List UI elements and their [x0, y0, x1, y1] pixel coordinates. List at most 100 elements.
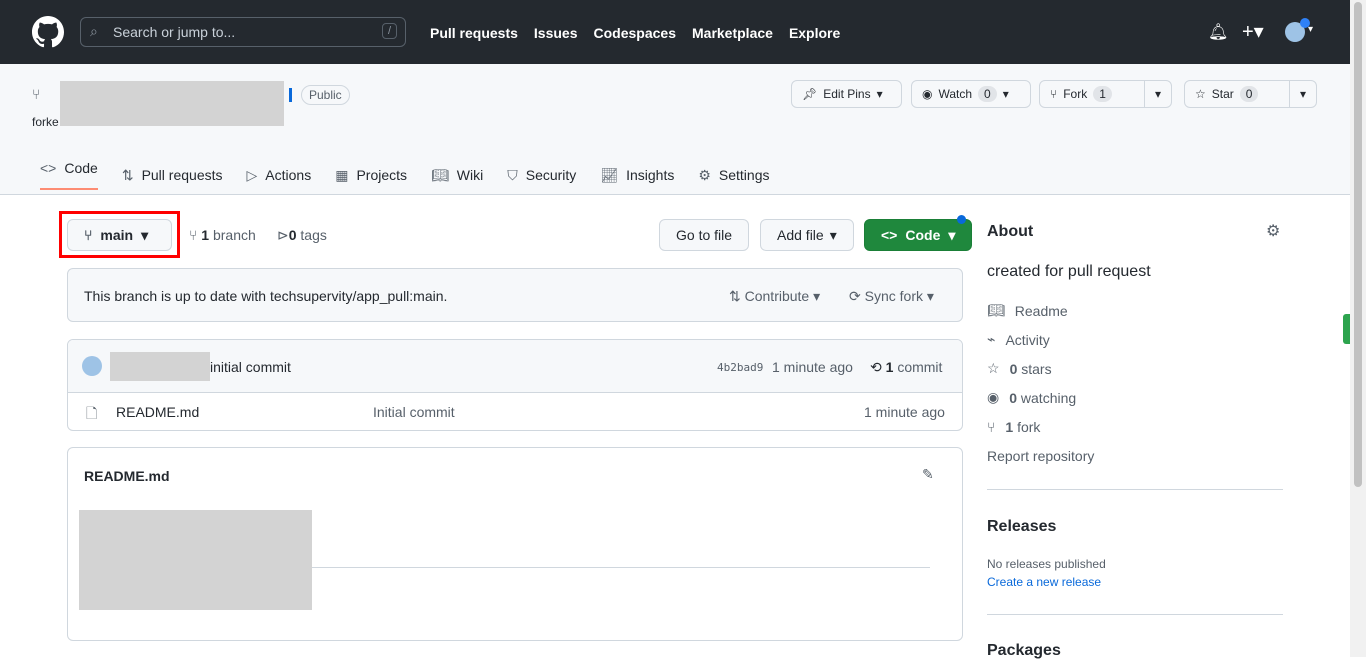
fork-dropdown[interactable]: ▾: [1143, 81, 1171, 107]
redacted-readme-heading: [79, 510, 312, 610]
readme-box: README.md ✎: [67, 447, 963, 641]
history-icon: ⟲: [870, 359, 882, 375]
repo-tabs: <> Code ⇅ Pull requests ▷ Actions ▦ Projects…: [40, 160, 770, 190]
github-logo-icon[interactable]: [32, 16, 64, 48]
packages-title[interactable]: Packages: [987, 642, 1061, 660]
scrollbar-thumb[interactable]: [1354, 2, 1362, 487]
fork-icon: ⑂: [987, 418, 996, 435]
play-icon: ▷: [246, 166, 258, 183]
about-title: About: [987, 223, 1034, 240]
stars-link[interactable]: ☆ 0 stars: [987, 354, 1094, 383]
global-nav: Pull requests Issues Codespaces Marketplace…: [430, 25, 856, 41]
add-file-button[interactable]: Add file ▾: [760, 219, 854, 251]
star-button[interactable]: ☆ Star 0 ▾: [1184, 80, 1317, 108]
redacted-author: [110, 352, 210, 381]
shield-icon: ⛉: [507, 166, 518, 183]
star-icon: ☆: [1195, 87, 1206, 101]
star-icon: ☆: [987, 360, 1000, 376]
nav-issues[interactable]: Issues: [534, 25, 578, 41]
gear-icon: ⚙: [698, 166, 711, 183]
side-feedback-tab[interactable]: [1343, 314, 1350, 344]
tab-pull-requests[interactable]: ⇅ Pull requests: [122, 160, 223, 190]
code-button[interactable]: <> Code ▾: [864, 219, 973, 251]
eye-icon: ◉: [922, 87, 933, 101]
activity-link[interactable]: ⌁ Activity: [987, 325, 1094, 354]
top-header: ⌕ Search or jump to... / Pull requests Is…: [0, 0, 1350, 64]
file-table: initial commit 4b2bad9 1 minute ago ⟲ 1 …: [67, 339, 963, 431]
pull-request-icon: ⇅: [121, 166, 134, 183]
code-icon: <>: [40, 160, 57, 176]
search-icon: ⌕: [90, 23, 98, 39]
tags-link[interactable]: ⊳0 tags: [277, 227, 327, 244]
nav-explore[interactable]: Explore: [789, 25, 840, 41]
commit-history-link[interactable]: ⟲ 1 commit: [870, 359, 942, 376]
plus-dropdown-icon[interactable]: +▾: [1242, 19, 1264, 44]
visibility-badge: Public: [301, 85, 350, 105]
file-commit-message[interactable]: Initial commit: [373, 404, 455, 420]
tab-insights[interactable]: 📈︎ Insights: [600, 160, 674, 190]
search-input[interactable]: ⌕ Search or jump to... /: [80, 17, 406, 47]
star-dropdown[interactable]: ▾: [1288, 81, 1316, 107]
latest-commit-row: initial commit 4b2bad9 1 minute ago ⟲ 1 …: [68, 340, 962, 393]
contribute-dropdown[interactable]: ⇅ Contribute ▾: [729, 288, 820, 305]
pin-icon: 📌︎: [802, 87, 818, 101]
redacted-repo-name: [60, 81, 284, 126]
heading-divider: [312, 567, 930, 568]
forked-from-text: forke: [32, 115, 59, 129]
commit-time: 1 minute ago: [772, 359, 853, 375]
divider: [987, 489, 1283, 490]
file-row: 🗋 README.md Initial commit 1 minute ago: [68, 393, 962, 430]
divider: [987, 614, 1283, 615]
code-button-dot: [957, 215, 966, 224]
branch-icon: ⑂: [84, 227, 93, 243]
report-repository-link[interactable]: Report repository: [987, 441, 1094, 470]
about-description: created for pull request: [987, 263, 1151, 280]
nav-marketplace[interactable]: Marketplace: [692, 25, 773, 41]
about-settings-gear-icon[interactable]: ⚙: [1266, 221, 1280, 241]
fork-button[interactable]: ⑂ Fork 1 ▾: [1039, 80, 1172, 108]
tab-projects[interactable]: ▦ Projects: [335, 160, 407, 190]
tab-wiki[interactable]: 📖︎ Wiki: [431, 160, 483, 190]
book-icon: 📖︎: [987, 302, 1005, 318]
fork-icon: ⑂: [1050, 87, 1058, 101]
shortcut-hint: /: [381, 23, 397, 39]
branch-selector[interactable]: ⑂ main ▾: [67, 219, 172, 251]
branches-link[interactable]: ⑂ 1 branch: [189, 227, 256, 243]
graph-icon: 📈︎: [600, 166, 619, 183]
commit-sha[interactable]: 4b2bad9: [717, 361, 763, 374]
forks-link[interactable]: ⑂ 1 fork: [987, 412, 1094, 441]
about-list: 📖︎ Readme ⌁ Activity ☆ 0 stars ◉ 0 watching …: [987, 296, 1094, 470]
no-releases-text: No releases published: [987, 557, 1106, 571]
table-icon: ▦: [335, 166, 349, 183]
watch-button[interactable]: ◉ Watch 0 ▾: [911, 80, 1031, 108]
caret-icon: ▾: [141, 226, 149, 243]
pulse-icon: ⌁: [987, 331, 996, 347]
edit-pins-button[interactable]: 📌︎ Edit Pins ▾: [791, 80, 902, 108]
code-icon: <>: [881, 227, 898, 243]
file-name-link[interactable]: README.md: [116, 404, 199, 420]
edit-pencil-icon[interactable]: ✎: [922, 466, 934, 483]
releases-title[interactable]: Releases: [987, 518, 1056, 536]
tab-actions[interactable]: ▷ Actions: [247, 160, 312, 190]
scrollbar[interactable]: [1350, 0, 1366, 657]
commit-message[interactable]: initial commit: [210, 359, 291, 375]
sync-fork-dropdown[interactable]: ⟳ Sync fork ▾: [849, 288, 934, 305]
go-to-file-button[interactable]: Go to file: [659, 219, 750, 251]
avatar-caret-icon: ▾: [1308, 24, 1314, 35]
create-release-link[interactable]: Create a new release: [987, 575, 1101, 589]
tab-security[interactable]: ⛉ Security: [507, 160, 576, 190]
readme-link[interactable]: 📖︎ Readme: [987, 296, 1094, 325]
watching-link[interactable]: ◉ 0 watching: [987, 383, 1094, 412]
file-icon: 🗋: [86, 405, 98, 421]
repo-fork-icon: ⑂: [32, 86, 41, 102]
tag-icon: ⊳: [277, 227, 289, 243]
nav-codespaces[interactable]: Codespaces: [594, 25, 676, 41]
tab-settings[interactable]: ⚙ Settings: [698, 160, 769, 190]
nav-pull-requests[interactable]: Pull requests: [430, 25, 518, 41]
author-avatar: [82, 356, 102, 376]
eye-icon: ◉: [987, 389, 1000, 405]
sync-status-box: This branch is up to date with techsuper…: [67, 268, 963, 322]
file-time: 1 minute ago: [864, 404, 945, 420]
bell-icon[interactable]: 🔔︎: [1208, 22, 1228, 42]
tab-code[interactable]: <> Code: [40, 160, 98, 190]
